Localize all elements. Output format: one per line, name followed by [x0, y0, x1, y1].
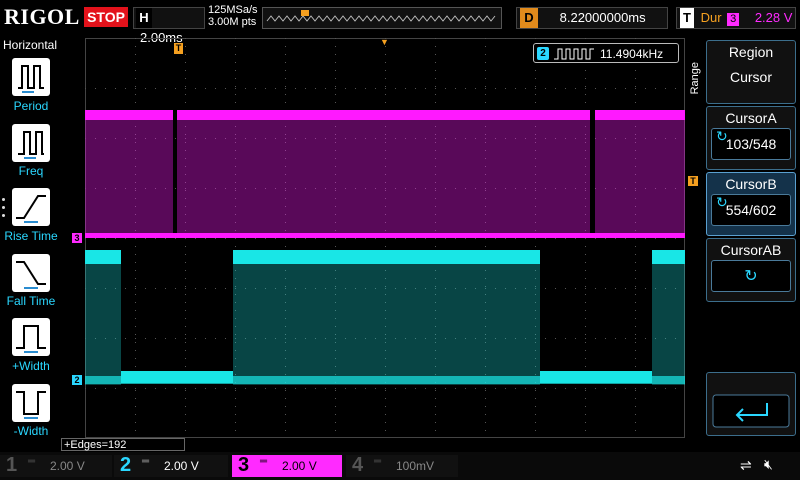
range-menu-panel: Region Cursor CursorA ↻ 103/548 CursorB …	[700, 38, 800, 438]
freq-icon	[18, 131, 44, 159]
cursor-b-button[interactable]: CursorB ↻ 554/602	[706, 172, 796, 236]
memory-depth: 3.00M pts	[208, 16, 257, 28]
period-button[interactable]	[12, 58, 50, 96]
channel-3-status[interactable]: 3 ═ 2.00 V	[232, 454, 342, 477]
rotate-knob-icon: ↻	[716, 194, 728, 210]
waveform-overview-icon	[263, 8, 501, 28]
cursor-a-value: 103/548	[725, 136, 777, 152]
speaker-mute-icon[interactable]: 🔇︎	[764, 456, 773, 473]
fall-time-button[interactable]	[12, 254, 50, 292]
fall-time-icon	[16, 261, 46, 289]
channel-2-scale: 2.00 V	[164, 459, 199, 473]
ch2-waveform	[85, 250, 685, 385]
cursor-a-field[interactable]: ↻ 103/548	[711, 128, 791, 160]
return-arrow-icon	[712, 394, 790, 428]
trigger-position-marker[interactable]: T	[174, 43, 183, 54]
brand-logo: RIGOL	[4, 4, 80, 29]
fall-time-label: Fall Time	[6, 294, 56, 308]
channel-3-number: 3	[238, 454, 250, 476]
trigger-mode: Dur	[700, 10, 722, 25]
channel-4-scale: 100mV	[396, 459, 435, 473]
region-button[interactable]: Region Cursor	[706, 40, 796, 104]
pos-width-button[interactable]	[12, 318, 50, 356]
period-icon	[18, 65, 44, 93]
freq-label: Freq	[18, 164, 44, 178]
freq-channel-badge: 2	[537, 47, 549, 60]
sample-rate: 125MSa/s	[208, 4, 258, 16]
trigger-source: 3	[727, 13, 740, 26]
usb-icon: ⇌	[740, 457, 752, 473]
delay-value: 8.22000000ms	[559, 10, 646, 25]
waveform-display[interactable]	[85, 38, 685, 438]
ch3-waveform	[85, 110, 685, 238]
acquisition-info: 125MSa/s 3.00M pts	[208, 4, 258, 28]
rotate-knob-icon: ↻	[744, 268, 758, 285]
channel-4-number: 4	[352, 454, 364, 476]
timebase-label: H	[136, 8, 152, 28]
panel-title: Horizontal	[2, 38, 58, 52]
back-button[interactable]	[706, 372, 796, 436]
page-dot	[2, 198, 5, 201]
delay-display[interactable]: D 8.22000000ms	[516, 7, 668, 29]
trigger-label: T	[680, 8, 694, 28]
page-dot	[2, 206, 5, 209]
channel-1-number: 1	[6, 454, 18, 476]
cursor-a-button[interactable]: CursorA ↻ 103/548	[706, 106, 796, 170]
region-value: Cursor	[729, 69, 772, 85]
run-stop-indicator[interactable]: STOP	[84, 7, 128, 27]
region-heading: Region	[728, 44, 774, 60]
rise-time-icon	[16, 195, 46, 223]
waveform-canvas	[85, 38, 685, 431]
channel-2-status[interactable]: 2 ═ 2.00 V	[114, 454, 228, 477]
trigger-display[interactable]: T Dur 3 2.28 V	[676, 7, 796, 29]
square-wave-icon	[554, 48, 594, 60]
rise-time-label: Rise Time	[4, 229, 58, 243]
horizontal-measure-panel: Horizontal Period Freq Rise Time Fall Ti…	[0, 36, 60, 450]
neg-width-button[interactable]	[12, 384, 50, 422]
freq-value: 11.4904kHz	[600, 47, 664, 61]
channel-4-status[interactable]: 4 ═ 100mV	[346, 454, 458, 477]
memory-overview-bar[interactable]	[262, 7, 502, 29]
cursor-b-value: 554/602	[725, 202, 777, 218]
channel-1-status[interactable]: 1 ═ 2.00 V	[0, 454, 112, 477]
trigger-level: 2.28 V	[754, 10, 793, 25]
channel-3-scale: 2.00 V	[282, 459, 317, 473]
cursor-ab-button[interactable]: CursorAB ↻	[706, 238, 796, 302]
channel-1-scale: 2.00 V	[50, 459, 85, 473]
ch2-ground-marker[interactable]: 2	[72, 375, 82, 385]
center-marker: ▼	[380, 37, 389, 47]
ch3-ground-marker[interactable]: 3	[72, 233, 82, 243]
frequency-readout: 2 11.4904kHz	[533, 43, 679, 63]
trigger-level-marker[interactable]: T	[688, 176, 698, 186]
page-dot	[2, 214, 5, 217]
cursor-b-field[interactable]: ↻ 554/602	[711, 194, 791, 226]
cursor-ab-field[interactable]: ↻	[711, 260, 791, 292]
rise-time-button[interactable]	[12, 188, 50, 226]
delay-label: D	[520, 8, 538, 28]
freq-button[interactable]	[12, 124, 50, 162]
neg-width-icon	[16, 391, 46, 419]
pos-width-label: +Width	[12, 359, 50, 373]
coupling-icon: ═	[142, 456, 150, 467]
cursor-ab-heading: CursorAB	[720, 242, 782, 258]
coupling-icon: ═	[28, 456, 36, 467]
period-label: Period	[13, 99, 49, 113]
channel-status-bar: 1 ═ 2.00 V 2 ═ 2.00 V 3 ═ 2.00 V 4 ═ 100…	[0, 452, 800, 480]
coupling-icon: ═	[374, 456, 382, 467]
coupling-icon: ═	[260, 456, 268, 467]
edges-count: +Edges=192	[61, 438, 185, 451]
channel-2-number: 2	[120, 454, 132, 476]
rotate-knob-icon: ↻	[716, 128, 728, 144]
top-status-bar: RIGOL STOP H 2.00ms 125MSa/s 3.00M pts D…	[0, 0, 800, 45]
neg-width-label: -Width	[13, 424, 49, 438]
pos-width-icon	[16, 325, 46, 353]
timebase-display[interactable]: H 2.00ms	[133, 7, 205, 45]
